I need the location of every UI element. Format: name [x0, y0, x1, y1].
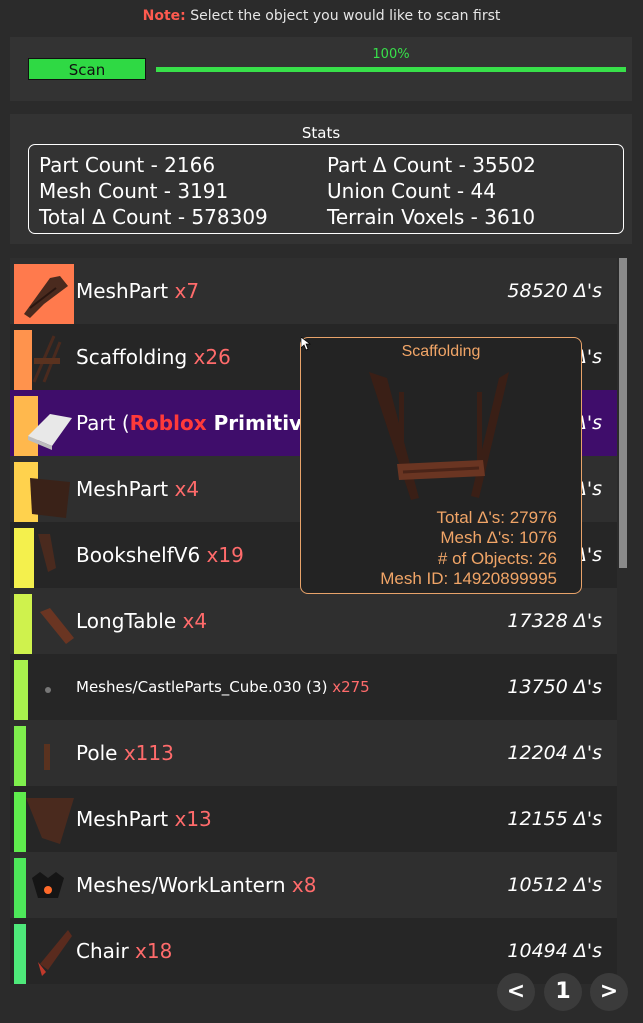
- item-name: MeshPart x7: [76, 279, 200, 303]
- bookshelf-thumbnail-icon: [38, 534, 56, 572]
- item-tri-count: 12155 Δ's: [507, 808, 602, 830]
- list-item[interactable]: Pole x113 12204 Δ's: [10, 720, 617, 786]
- stat-part-count: Part Count - 2166: [39, 153, 216, 177]
- stat-part-tri-count: Part Δ Count - 35502: [327, 153, 536, 177]
- chair-thumbnail-icon: [38, 930, 72, 976]
- item-name: MeshPart x4: [76, 477, 200, 501]
- item-name: Pole x113: [76, 741, 174, 765]
- scaffolding-thumbnail-icon: [32, 335, 62, 383]
- item-name: Meshes/CastleParts_Cube.030 (3) x275: [76, 678, 370, 696]
- progress-fill: [156, 67, 626, 72]
- tooltip-mesh-id: Mesh ID: 14920899995: [380, 569, 557, 588]
- list-item[interactable]: Chair x18 10494 Δ's: [10, 918, 617, 984]
- object-tooltip: Scaffolding Total Δ's: 27976 Mesh Δ's: 1…: [300, 337, 582, 594]
- pole-thumbnail-icon: [44, 744, 50, 770]
- meshpart-thumbnail-icon: [24, 276, 68, 318]
- scan-panel: Scan 100%: [10, 37, 632, 101]
- tooltip-mesh-tris: Mesh Δ's: 1076: [440, 528, 557, 547]
- stat-mesh-count: Mesh Count - 3191: [39, 179, 229, 203]
- item-name: Part (Roblox Primitive): [76, 411, 325, 435]
- scan-note: Note: Select the object you would like t…: [0, 8, 643, 24]
- meshpart-thumbnail-icon: [30, 478, 70, 518]
- list-scrollbar[interactable]: [619, 258, 627, 568]
- item-tri-count: 17328 Δ's: [507, 610, 602, 632]
- work-lantern-thumbnail-icon: [32, 872, 64, 898]
- stats-box: Part Count - 2166 Part Δ Count - 35502 M…: [28, 144, 624, 234]
- scaffolding-preview-icon: [369, 372, 509, 500]
- list-item[interactable]: LongTable x4 17328 Δ's: [10, 588, 617, 654]
- long-table-thumbnail-icon: [40, 608, 74, 644]
- progress-percent: 100%: [372, 47, 410, 62]
- note-text: Select the object you would like to scan…: [185, 8, 501, 24]
- item-name: LongTable x4: [76, 609, 208, 633]
- tooltip-object-count: # of Objects: 26: [437, 549, 557, 568]
- item-name: Meshes/WorkLantern x8: [76, 873, 317, 897]
- list-item[interactable]: MeshPart x13 12155 Δ's: [10, 786, 617, 852]
- item-name: Chair x18: [76, 939, 173, 963]
- stat-union-count: Union Count - 44: [327, 179, 496, 203]
- tooltip-title: Scaffolding: [401, 343, 481, 360]
- stat-total-tri-count: Total Δ Count - 578309: [39, 205, 268, 229]
- page-number: 1: [544, 973, 582, 1011]
- list-item[interactable]: Meshes/CastleParts_Cube.030 (3) x275 137…: [10, 654, 617, 720]
- tooltip-total-tris: Total Δ's: 27976: [436, 508, 557, 527]
- list-item[interactable]: MeshPart x7 58520 Δ's: [10, 258, 617, 324]
- castle-cube-thumbnail-icon: [45, 687, 51, 693]
- scan-button[interactable]: Scan: [28, 58, 146, 80]
- item-name: BookshelfV6 x19: [76, 543, 244, 567]
- stat-terrain-voxels: Terrain Voxels - 3610: [327, 205, 536, 229]
- next-page-button[interactable]: >: [590, 973, 628, 1011]
- item-tri-count: 58520 Δ's: [507, 280, 602, 302]
- item-name: MeshPart x13: [76, 807, 212, 831]
- item-tri-count: 13750 Δ's: [507, 676, 602, 698]
- mouse-cursor-icon: [301, 337, 311, 351]
- meshpart-thumbnail-icon: [26, 798, 74, 844]
- prev-page-button[interactable]: <: [497, 973, 535, 1011]
- note-label: Note:: [142, 8, 186, 24]
- item-name: Scaffolding x26: [76, 345, 231, 369]
- progress-bar: [156, 67, 626, 72]
- stats-panel: Stats Part Count - 2166 Part Δ Count - 3…: [10, 114, 632, 244]
- item-tri-count: 12204 Δ's: [507, 742, 602, 764]
- item-tri-count: 10512 Δ's: [507, 874, 602, 896]
- part-primitive-thumbnail-icon: [28, 414, 72, 450]
- stats-title: Stats: [301, 124, 341, 142]
- list-item[interactable]: Meshes/WorkLantern x8 10512 Δ's: [10, 852, 617, 918]
